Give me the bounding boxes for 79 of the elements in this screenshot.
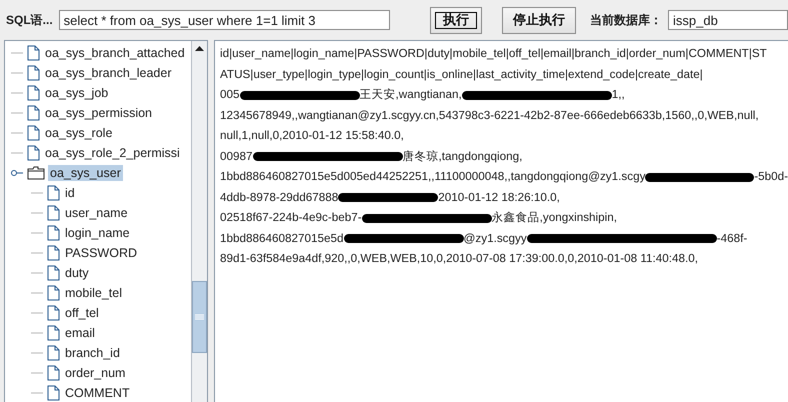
tree-item[interactable]: oa_sys_branch_attached <box>43 45 187 61</box>
database-label: 当前数据库： <box>590 12 662 28</box>
tree-item[interactable]: order_num <box>63 365 128 381</box>
file-icon <box>47 345 60 361</box>
folder-icon <box>27 166 45 180</box>
file-icon <box>47 305 60 321</box>
file-icon <box>27 45 40 61</box>
tree-handle-icon[interactable] <box>11 169 23 177</box>
tree-item[interactable]: oa_sys_job <box>43 85 110 101</box>
tree-item[interactable]: id <box>63 185 77 201</box>
tree-connector <box>31 252 43 254</box>
file-icon <box>27 105 40 121</box>
result-text: null,1,null,0,2010-01-12 15:58:40.0, <box>220 128 404 144</box>
tree-item[interactable]: oa_sys_permission <box>43 105 154 121</box>
tree-connector <box>31 272 43 274</box>
sql-input[interactable]: select * from oa_sys_user where 1=1 limit 3 <box>58 10 390 30</box>
tree-item[interactable]: oa_sys_role_2_permissi <box>43 145 182 161</box>
tree-connector <box>11 52 23 54</box>
result-text: 永鑫食品,yongxinshipin, <box>492 210 617 226</box>
file-icon <box>47 285 60 301</box>
tree-connector <box>31 292 43 294</box>
file-icon <box>47 225 60 241</box>
result-text: 2010-01-12 18:26:10.0, <box>438 190 560 206</box>
tree-connector <box>31 392 43 394</box>
tree-connector <box>11 72 23 74</box>
tree-connector <box>31 232 43 234</box>
tree-connector <box>11 152 23 154</box>
tree-item[interactable]: COMMENT <box>63 385 132 401</box>
result-text: id|user_name|login_name|PASSWORD|duty|mobile_tel|off_tel|email|branch_id|order_num|COMMENT|ST <box>220 46 767 62</box>
file-icon <box>47 205 60 221</box>
file-icon <box>47 365 60 381</box>
sql-label: SQL语... <box>6 12 53 28</box>
tree-item[interactable]: duty <box>63 265 91 281</box>
file-icon <box>47 265 60 281</box>
result-text: 1,, <box>612 87 625 103</box>
result-text: 00987 <box>220 148 253 164</box>
file-icon <box>47 245 60 261</box>
tree-item[interactable]: login_name <box>63 225 132 241</box>
tree-connector <box>31 332 43 334</box>
execute-button[interactable]: 执行 <box>430 6 482 34</box>
file-icon <box>27 85 40 101</box>
result-text: 王天安,wangtianan, <box>360 87 462 103</box>
tree-item[interactable]: PASSWORD <box>63 245 139 261</box>
tree-connector <box>11 132 23 134</box>
tree-connector <box>11 112 23 114</box>
result-text: 1bbd886460827015e5d <box>220 230 344 246</box>
scroll-bar[interactable] <box>191 41 207 402</box>
database-input[interactable]: issp_db <box>668 10 788 30</box>
tree-connector <box>11 92 23 94</box>
tree-item[interactable]: oa_sys_role <box>43 125 114 141</box>
result-text: 唐冬琼,tangdongqiong, <box>402 148 522 164</box>
tree-connector <box>31 312 43 314</box>
result-text: -468f- <box>716 230 748 246</box>
file-icon <box>27 125 40 141</box>
file-icon <box>27 145 40 161</box>
result-text: ATUS|user_type|login_type|login_count|is_online|last_activity_time|extend_code|create_date| <box>220 66 703 82</box>
result-text: 02518f67-224b-4e9c-beb7- <box>220 210 362 226</box>
result-text: 12345678949,,wangtianan@zy1.scgyy.cn,543798c3-6221-42b2-87ee-666edeb6633b,1560,,0,WEB,null, <box>220 108 759 124</box>
tree-item[interactable]: mobile_tel <box>63 285 124 301</box>
tree-connector <box>31 352 43 354</box>
file-icon <box>27 65 40 81</box>
result-text: 4ddb-8978-29dd67888 <box>220 190 338 206</box>
tree-connector <box>31 212 43 214</box>
tree-connector <box>31 192 43 194</box>
result-text: @zy1.scgyy <box>464 230 527 246</box>
result-text: -5b0d- <box>754 169 788 185</box>
tree-connector <box>31 372 43 374</box>
tree-item[interactable]: oa_sys_branch_leader <box>43 65 174 81</box>
file-icon <box>47 325 60 341</box>
tree-item[interactable]: off_tel <box>63 305 101 321</box>
tree-item[interactable]: branch_id <box>63 345 122 361</box>
tree-item[interactable]: email <box>63 325 97 341</box>
result-text: 005 <box>220 87 240 103</box>
tree-item[interactable]: user_name <box>63 205 130 221</box>
result-text: 1bbd886460827015e5d005ed44252251,,11100000048,,tangdongqiong@zy1.scgy <box>220 169 646 185</box>
stop-button[interactable]: 停止执行 <box>502 6 576 34</box>
file-icon <box>47 185 60 201</box>
tree-item[interactable]: oa_sys_user <box>48 165 123 181</box>
result-text: 89d1-63f584e9a4df,920,,0,WEB,WEB,10,0,2010-07-08 17:39:00.0,0,2010-01-08 11:40:48.0, <box>220 251 698 267</box>
